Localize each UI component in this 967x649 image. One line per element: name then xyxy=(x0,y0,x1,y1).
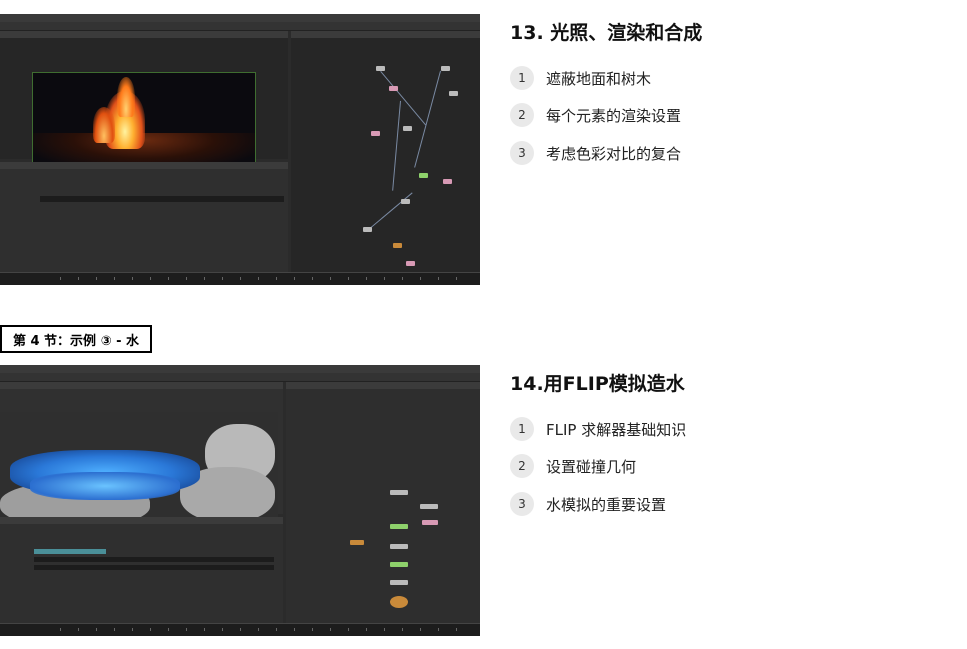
section-title: 14.用FLIP模拟造水 xyxy=(510,373,685,395)
list-item: 1 遮蔽地面和树木 xyxy=(510,66,651,90)
network-node[interactable] xyxy=(390,524,408,529)
network-node[interactable] xyxy=(390,580,408,585)
network-node[interactable] xyxy=(449,91,458,96)
app-menubar xyxy=(0,14,480,22)
item-label: FLIP 求解器基础知识 xyxy=(546,420,687,439)
item-label: 水模拟的重要设置 xyxy=(546,495,667,514)
network-editor-panel xyxy=(291,31,480,272)
scene-viewer-panel xyxy=(0,382,283,530)
network-node[interactable] xyxy=(401,199,410,204)
network-node[interactable] xyxy=(389,86,398,91)
list-item: 2 每个元素的渲染设置 xyxy=(510,103,681,127)
network-node[interactable] xyxy=(420,504,438,509)
item-label: 设置碰撞几何 xyxy=(546,457,637,476)
network-editor-panel xyxy=(286,382,480,623)
item-number-badge: 2 xyxy=(510,454,534,478)
item-number-badge: 2 xyxy=(510,103,534,127)
parameter-panel xyxy=(0,517,283,623)
playbar-timeline[interactable] xyxy=(0,272,480,285)
parameter-panel xyxy=(0,162,288,272)
network-node[interactable] xyxy=(419,173,428,178)
network-node[interactable] xyxy=(350,540,364,545)
network-node[interactable] xyxy=(371,131,380,136)
section-title: 13. 光照、渲染和合成 xyxy=(510,22,703,44)
item-number-badge: 3 xyxy=(510,492,534,516)
item-label: 考虑色彩对比的复合 xyxy=(546,144,682,163)
section-tag: 第 4 节：示例 ③ - 水 xyxy=(0,325,152,353)
network-node[interactable] xyxy=(422,520,438,525)
network-node[interactable] xyxy=(390,544,408,549)
network-node[interactable] xyxy=(403,126,412,131)
app-toolbar xyxy=(0,373,480,382)
network-node[interactable] xyxy=(376,66,385,71)
houdini-screenshot-water xyxy=(0,365,480,636)
app-toolbar xyxy=(0,22,480,31)
list-item: 1 FLIP 求解器基础知识 xyxy=(510,417,686,441)
item-label: 遮蔽地面和树木 xyxy=(546,69,652,88)
houdini-screenshot-fire xyxy=(0,14,480,285)
scene-viewer-panel xyxy=(0,31,288,170)
network-node[interactable] xyxy=(390,562,408,567)
network-node[interactable] xyxy=(390,490,408,495)
network-node[interactable] xyxy=(441,66,450,71)
network-node[interactable] xyxy=(443,179,452,184)
item-number-badge: 1 xyxy=(510,66,534,90)
network-node[interactable] xyxy=(393,243,402,248)
fire-render-image xyxy=(32,72,256,170)
playbar-timeline[interactable] xyxy=(0,623,480,636)
list-item: 3 水模拟的重要设置 xyxy=(510,492,666,516)
network-node[interactable] xyxy=(390,596,408,608)
network-node[interactable] xyxy=(363,227,372,232)
list-item: 2 设置碰撞几何 xyxy=(510,454,636,478)
item-number-badge: 1 xyxy=(510,417,534,441)
list-item: 3 考虑色彩对比的复合 xyxy=(510,141,681,165)
item-number-badge: 3 xyxy=(510,141,534,165)
water-simulation-viewport xyxy=(0,412,278,530)
network-node[interactable] xyxy=(406,261,415,266)
app-menubar xyxy=(0,365,480,373)
item-label: 每个元素的渲染设置 xyxy=(546,106,682,125)
